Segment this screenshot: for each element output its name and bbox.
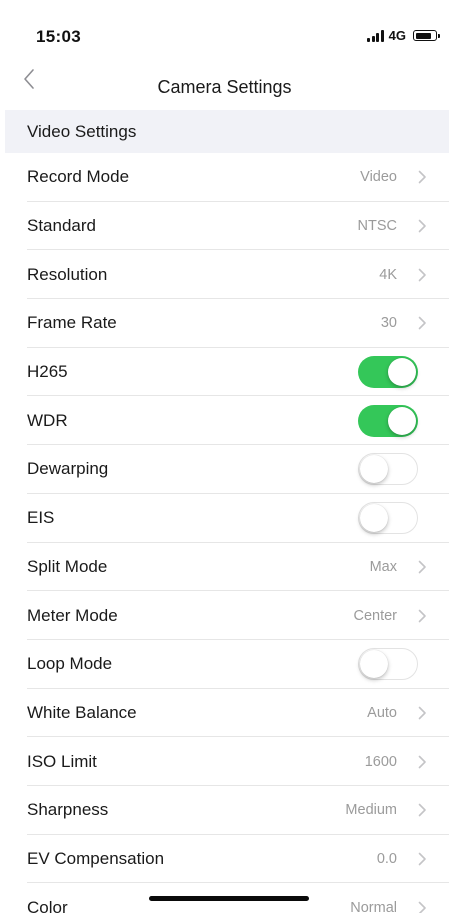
- wdr-toggle[interactable]: [358, 404, 418, 437]
- toggle-knob: [388, 406, 416, 435]
- chevron-right-icon: [418, 560, 426, 574]
- setting-label: Frame Rate: [27, 313, 117, 333]
- setting-value: NTSC: [357, 218, 397, 235]
- setting-row-loop-mode[interactable]: Loop Mode: [5, 640, 449, 689]
- setting-value: 30: [380, 315, 397, 332]
- section-title: Video Settings: [27, 121, 137, 141]
- status-time: 15:03: [36, 27, 81, 46]
- setting-value: Video: [360, 169, 397, 186]
- setting-label: EV Compensation: [27, 848, 165, 868]
- setting-row-iso-limit[interactable]: ISO Limit 1600: [5, 737, 449, 786]
- chevron-right-icon: [418, 317, 426, 330]
- setting-row-meter-mode[interactable]: Meter Mode Center: [5, 591, 449, 640]
- loop-mode-toggle[interactable]: [358, 648, 418, 681]
- setting-value: 0.0: [376, 850, 397, 867]
- setting-row-eis[interactable]: EIS: [5, 494, 449, 543]
- setting-label: EIS: [27, 508, 55, 528]
- setting-label: Standard: [27, 216, 96, 236]
- setting-label: Sharpness: [27, 800, 109, 820]
- setting-label: Loop Mode: [27, 654, 113, 674]
- setting-value: Center: [353, 607, 397, 624]
- screen: 15:03 4G Camera Settings Video Settings …: [0, 0, 449, 913]
- setting-label: Meter Mode: [27, 605, 118, 625]
- setting-row-record-mode[interactable]: Record Mode Video: [5, 153, 449, 202]
- setting-row-dewarping[interactable]: Dewarping: [5, 445, 449, 494]
- toggle-knob: [359, 649, 388, 678]
- setting-label: WDR: [27, 410, 68, 430]
- battery-icon: [413, 30, 440, 41]
- setting-label: H265: [27, 362, 68, 382]
- chevron-right-icon: [418, 901, 426, 913]
- setting-label: White Balance: [27, 702, 137, 722]
- setting-row-h265[interactable]: H265: [5, 348, 449, 397]
- chevron-right-icon: [418, 803, 426, 817]
- chevron-right-icon: [418, 755, 426, 768]
- cellular-signal-icon: [367, 29, 384, 42]
- setting-label: ISO Limit: [27, 751, 97, 771]
- setting-label: Resolution: [27, 264, 108, 284]
- setting-row-white-balance[interactable]: White Balance Auto: [5, 689, 449, 738]
- setting-value: Auto: [367, 704, 397, 721]
- section-header-video-settings: Video Settings: [5, 110, 449, 153]
- dewarping-toggle[interactable]: [358, 453, 418, 486]
- status-indicators: 4G: [367, 28, 440, 43]
- setting-label: Split Mode: [27, 556, 108, 576]
- setting-row-wdr[interactable]: WDR: [5, 396, 449, 445]
- toggle-knob: [359, 454, 388, 483]
- chevron-right-icon: [418, 268, 426, 282]
- setting-value: Max: [369, 558, 397, 575]
- navigation-bar: Camera Settings: [0, 60, 449, 110]
- setting-label: Dewarping: [27, 459, 109, 479]
- setting-row-ev-compensation[interactable]: EV Compensation 0.0: [5, 835, 449, 884]
- setting-label: Record Mode: [27, 167, 130, 187]
- h265-toggle[interactable]: [358, 356, 418, 389]
- home-indicator[interactable]: [149, 896, 309, 901]
- chevron-right-icon: [418, 852, 426, 866]
- chevron-right-icon: [418, 219, 426, 233]
- setting-row-split-mode[interactable]: Split Mode Max: [5, 543, 449, 592]
- setting-value: 1600: [364, 753, 397, 770]
- setting-value: Normal: [350, 899, 397, 913]
- toggle-knob: [359, 503, 388, 532]
- network-type: 4G: [388, 28, 406, 43]
- setting-row-standard[interactable]: Standard NTSC: [5, 202, 449, 251]
- toggle-knob: [388, 358, 416, 387]
- setting-row-resolution[interactable]: Resolution 4K: [5, 250, 449, 299]
- chevron-right-icon: [418, 609, 426, 622]
- status-bar: 15:03 4G: [0, 0, 449, 52]
- eis-toggle[interactable]: [358, 502, 418, 535]
- setting-value: 4K: [379, 266, 397, 283]
- setting-row-sharpness[interactable]: Sharpness Medium: [5, 786, 449, 835]
- chevron-right-icon: [418, 171, 426, 184]
- setting-value: Medium: [345, 802, 397, 819]
- setting-row-frame-rate[interactable]: Frame Rate 30: [5, 299, 449, 348]
- setting-label: Color: [27, 897, 68, 913]
- chevron-right-icon: [418, 706, 426, 720]
- page-title: Camera Settings: [157, 77, 292, 97]
- settings-list: Record Mode Video Standard NTSC Resolution 4K…: [5, 153, 449, 913]
